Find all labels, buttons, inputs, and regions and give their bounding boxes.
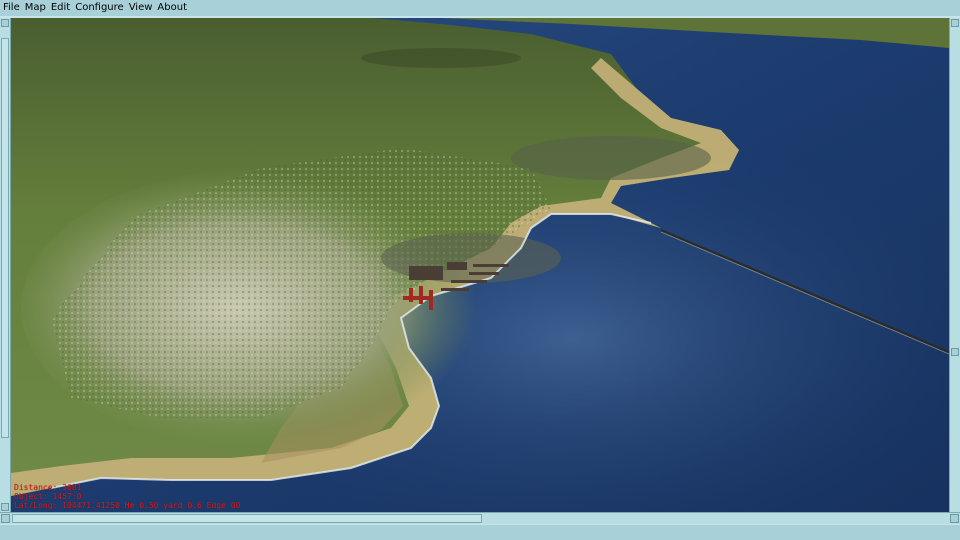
scrollbar-thumb[interactable]	[12, 514, 482, 523]
scroll-up-arrow-icon[interactable]	[951, 19, 959, 27]
position-readout: Lat/Long: 104471.41250 Hm 0.50 yard 0.6 …	[14, 501, 241, 510]
menu-edit[interactable]: Edit	[48, 0, 72, 16]
app-window: File Map Edit Configure View About Dista…	[0, 0, 960, 540]
menu-view[interactable]: View	[126, 0, 155, 16]
distance-readout: Distance: 3681	[14, 483, 82, 492]
scroll-left-arrow-icon[interactable]	[1, 514, 10, 523]
viewport-info-overlay: Distance: 3681 Object: 1457:0 Lat/Long: …	[14, 483, 240, 510]
menu-bar: File Map Edit Configure View About	[0, 0, 960, 16]
scrollbar-thumb[interactable]	[1, 38, 9, 438]
vertical-scrollbar-left[interactable]	[0, 18, 11, 512]
scroll-down-arrow-icon[interactable]	[951, 348, 959, 356]
menu-file[interactable]: File	[0, 0, 22, 16]
menu-map[interactable]: Map	[22, 0, 48, 16]
menu-about[interactable]: About	[154, 0, 189, 16]
scroll-right-arrow-icon[interactable]	[950, 514, 959, 523]
horizontal-scrollbar[interactable]	[0, 512, 960, 524]
vertical-scrollbar-right[interactable]	[949, 18, 960, 512]
menu-configure[interactable]: Configure	[72, 0, 125, 16]
scroll-down-arrow-icon[interactable]	[1, 503, 9, 511]
terrain-render	[11, 18, 949, 512]
object-readout: Object: 1457:0	[14, 492, 82, 501]
scroll-up-arrow-icon[interactable]	[1, 19, 9, 27]
status-bar	[0, 524, 960, 540]
terrain-3d-viewport[interactable]: Distance: 3681 Object: 1457:0 Lat/Long: …	[11, 18, 949, 512]
